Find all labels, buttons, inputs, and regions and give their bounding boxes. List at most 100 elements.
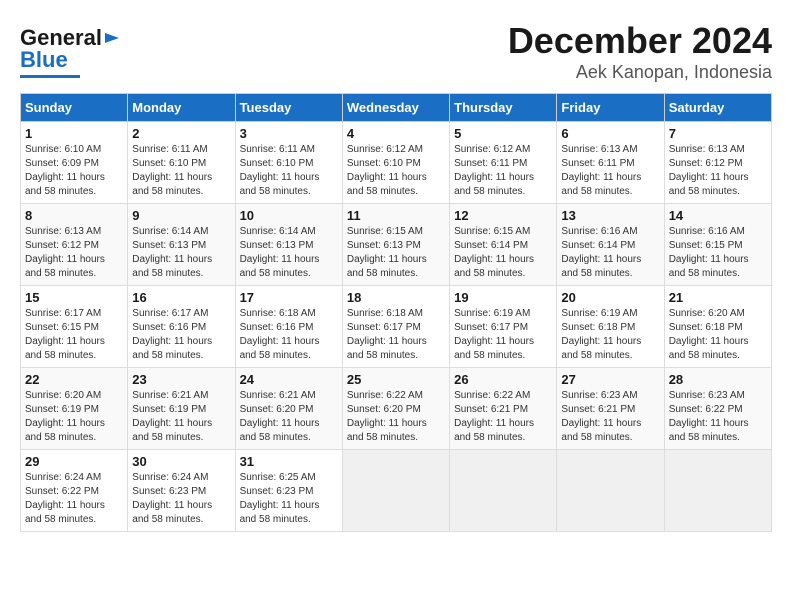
- calendar-cell: 3 Sunrise: 6:11 AM Sunset: 6:10 PM Dayli…: [235, 122, 342, 204]
- calendar-cell: 27 Sunrise: 6:23 AM Sunset: 6:21 PM Dayl…: [557, 368, 664, 450]
- day-number: 7: [669, 126, 767, 141]
- day-info: Sunrise: 6:24 AM Sunset: 6:22 PM Dayligh…: [25, 471, 123, 527]
- day-number: 19: [454, 290, 552, 305]
- calendar-cell: 14 Sunrise: 6:16 AM Sunset: 6:15 PM Dayl…: [664, 204, 771, 286]
- day-number: 15: [25, 290, 123, 305]
- day-info: Sunrise: 6:15 AM Sunset: 6:13 PM Dayligh…: [347, 225, 445, 281]
- day-info: Sunrise: 6:19 AM Sunset: 6:18 PM Dayligh…: [561, 307, 659, 363]
- calendar-cell: 23 Sunrise: 6:21 AM Sunset: 6:19 PM Dayl…: [128, 368, 235, 450]
- day-info: Sunrise: 6:13 AM Sunset: 6:12 PM Dayligh…: [25, 225, 123, 281]
- day-info: Sunrise: 6:17 AM Sunset: 6:16 PM Dayligh…: [132, 307, 230, 363]
- calendar-cell: 10 Sunrise: 6:14 AM Sunset: 6:13 PM Dayl…: [235, 204, 342, 286]
- header-monday: Monday: [128, 94, 235, 122]
- logo-arrow-icon: [103, 29, 121, 47]
- day-number: 13: [561, 208, 659, 223]
- header-saturday: Saturday: [664, 94, 771, 122]
- header-friday: Friday: [557, 94, 664, 122]
- calendar-cell: 11 Sunrise: 6:15 AM Sunset: 6:13 PM Dayl…: [342, 204, 449, 286]
- day-number: 12: [454, 208, 552, 223]
- day-number: 3: [240, 126, 338, 141]
- day-info: Sunrise: 6:21 AM Sunset: 6:19 PM Dayligh…: [132, 389, 230, 445]
- calendar-cell: 25 Sunrise: 6:22 AM Sunset: 6:20 PM Dayl…: [342, 368, 449, 450]
- day-number: 8: [25, 208, 123, 223]
- day-number: 9: [132, 208, 230, 223]
- calendar-week-row: 22 Sunrise: 6:20 AM Sunset: 6:19 PM Dayl…: [21, 368, 772, 450]
- day-info: Sunrise: 6:13 AM Sunset: 6:12 PM Dayligh…: [669, 143, 767, 199]
- calendar-cell: 26 Sunrise: 6:22 AM Sunset: 6:21 PM Dayl…: [450, 368, 557, 450]
- day-info: Sunrise: 6:20 AM Sunset: 6:19 PM Dayligh…: [25, 389, 123, 445]
- day-number: 28: [669, 372, 767, 387]
- calendar-title: December 2024: [508, 20, 772, 62]
- day-number: 6: [561, 126, 659, 141]
- calendar-cell: [664, 450, 771, 532]
- header-thursday: Thursday: [450, 94, 557, 122]
- calendar-body: 1 Sunrise: 6:10 AM Sunset: 6:09 PM Dayli…: [21, 122, 772, 532]
- calendar-cell: [450, 450, 557, 532]
- day-number: 10: [240, 208, 338, 223]
- calendar-cell: 2 Sunrise: 6:11 AM Sunset: 6:10 PM Dayli…: [128, 122, 235, 204]
- day-number: 31: [240, 454, 338, 469]
- day-number: 4: [347, 126, 445, 141]
- day-number: 5: [454, 126, 552, 141]
- day-info: Sunrise: 6:22 AM Sunset: 6:21 PM Dayligh…: [454, 389, 552, 445]
- calendar-cell: 6 Sunrise: 6:13 AM Sunset: 6:11 PM Dayli…: [557, 122, 664, 204]
- day-info: Sunrise: 6:16 AM Sunset: 6:15 PM Dayligh…: [669, 225, 767, 281]
- calendar-cell: 20 Sunrise: 6:19 AM Sunset: 6:18 PM Dayl…: [557, 286, 664, 368]
- calendar-cell: 31 Sunrise: 6:25 AM Sunset: 6:23 PM Dayl…: [235, 450, 342, 532]
- day-number: 14: [669, 208, 767, 223]
- day-info: Sunrise: 6:25 AM Sunset: 6:23 PM Dayligh…: [240, 471, 338, 527]
- day-info: Sunrise: 6:10 AM Sunset: 6:09 PM Dayligh…: [25, 143, 123, 199]
- day-number: 20: [561, 290, 659, 305]
- day-number: 22: [25, 372, 123, 387]
- calendar-subtitle: Aek Kanopan, Indonesia: [508, 62, 772, 83]
- calendar-cell: 12 Sunrise: 6:15 AM Sunset: 6:14 PM Dayl…: [450, 204, 557, 286]
- calendar-cell: 19 Sunrise: 6:19 AM Sunset: 6:17 PM Dayl…: [450, 286, 557, 368]
- day-info: Sunrise: 6:22 AM Sunset: 6:20 PM Dayligh…: [347, 389, 445, 445]
- calendar-cell: 30 Sunrise: 6:24 AM Sunset: 6:23 PM Dayl…: [128, 450, 235, 532]
- day-info: Sunrise: 6:11 AM Sunset: 6:10 PM Dayligh…: [132, 143, 230, 199]
- day-number: 21: [669, 290, 767, 305]
- calendar-week-row: 29 Sunrise: 6:24 AM Sunset: 6:22 PM Dayl…: [21, 450, 772, 532]
- day-info: Sunrise: 6:13 AM Sunset: 6:11 PM Dayligh…: [561, 143, 659, 199]
- calendar-cell: 17 Sunrise: 6:18 AM Sunset: 6:16 PM Dayl…: [235, 286, 342, 368]
- day-number: 1: [25, 126, 123, 141]
- day-number: 29: [25, 454, 123, 469]
- day-info: Sunrise: 6:15 AM Sunset: 6:14 PM Dayligh…: [454, 225, 552, 281]
- day-number: 17: [240, 290, 338, 305]
- calendar-week-row: 15 Sunrise: 6:17 AM Sunset: 6:15 PM Dayl…: [21, 286, 772, 368]
- day-info: Sunrise: 6:23 AM Sunset: 6:22 PM Dayligh…: [669, 389, 767, 445]
- weekday-header-row: Sunday Monday Tuesday Wednesday Thursday…: [21, 94, 772, 122]
- day-number: 18: [347, 290, 445, 305]
- logo-underline: [20, 75, 80, 78]
- day-info: Sunrise: 6:14 AM Sunset: 6:13 PM Dayligh…: [240, 225, 338, 281]
- day-info: Sunrise: 6:24 AM Sunset: 6:23 PM Dayligh…: [132, 471, 230, 527]
- calendar-cell: 13 Sunrise: 6:16 AM Sunset: 6:14 PM Dayl…: [557, 204, 664, 286]
- day-number: 23: [132, 372, 230, 387]
- calendar-week-row: 8 Sunrise: 6:13 AM Sunset: 6:12 PM Dayli…: [21, 204, 772, 286]
- header-sunday: Sunday: [21, 94, 128, 122]
- day-info: Sunrise: 6:12 AM Sunset: 6:11 PM Dayligh…: [454, 143, 552, 199]
- calendar-cell: 24 Sunrise: 6:21 AM Sunset: 6:20 PM Dayl…: [235, 368, 342, 450]
- day-info: Sunrise: 6:20 AM Sunset: 6:18 PM Dayligh…: [669, 307, 767, 363]
- calendar-cell: 29 Sunrise: 6:24 AM Sunset: 6:22 PM Dayl…: [21, 450, 128, 532]
- calendar-cell: 15 Sunrise: 6:17 AM Sunset: 6:15 PM Dayl…: [21, 286, 128, 368]
- calendar-cell: 9 Sunrise: 6:14 AM Sunset: 6:13 PM Dayli…: [128, 204, 235, 286]
- title-area: December 2024 Aek Kanopan, Indonesia: [508, 20, 772, 83]
- calendar-cell: 5 Sunrise: 6:12 AM Sunset: 6:11 PM Dayli…: [450, 122, 557, 204]
- day-number: 2: [132, 126, 230, 141]
- day-info: Sunrise: 6:19 AM Sunset: 6:17 PM Dayligh…: [454, 307, 552, 363]
- day-info: Sunrise: 6:18 AM Sunset: 6:16 PM Dayligh…: [240, 307, 338, 363]
- calendar-cell: 22 Sunrise: 6:20 AM Sunset: 6:19 PM Dayl…: [21, 368, 128, 450]
- day-number: 30: [132, 454, 230, 469]
- day-info: Sunrise: 6:18 AM Sunset: 6:17 PM Dayligh…: [347, 307, 445, 363]
- calendar-cell: 4 Sunrise: 6:12 AM Sunset: 6:10 PM Dayli…: [342, 122, 449, 204]
- calendar-cell: 21 Sunrise: 6:20 AM Sunset: 6:18 PM Dayl…: [664, 286, 771, 368]
- day-info: Sunrise: 6:12 AM Sunset: 6:10 PM Dayligh…: [347, 143, 445, 199]
- logo-blue-text: Blue: [20, 47, 68, 73]
- calendar-cell: 16 Sunrise: 6:17 AM Sunset: 6:16 PM Dayl…: [128, 286, 235, 368]
- header-tuesday: Tuesday: [235, 94, 342, 122]
- header-wednesday: Wednesday: [342, 94, 449, 122]
- calendar-cell: [557, 450, 664, 532]
- day-number: 11: [347, 208, 445, 223]
- day-number: 27: [561, 372, 659, 387]
